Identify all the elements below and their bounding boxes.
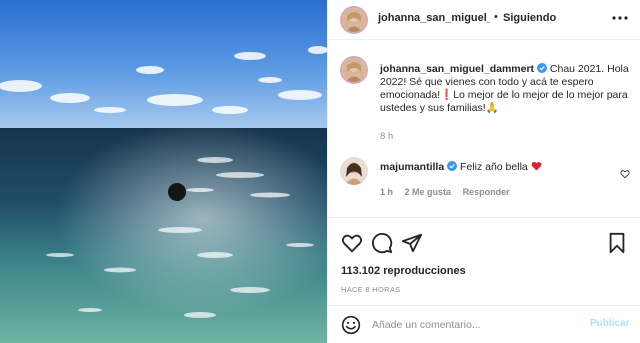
add-comment-bar: Publicar [328, 305, 640, 343]
comments-section: johanna_san_miguel_dammert Chau 2021. Ho… [328, 40, 640, 217]
following-button[interactable]: Siguiendo [503, 12, 556, 24]
author-avatar[interactable] [340, 6, 368, 34]
author-username[interactable]: johanna_san_miguel_c [378, 12, 490, 24]
comment-text: Feliz año bella [460, 161, 528, 173]
comment-input[interactable] [372, 317, 582, 333]
post-video[interactable] [0, 0, 327, 343]
caption-time: 8 h [380, 131, 394, 142]
post-actions: 113.102 reproducciones HACE 8 HORAS Publ… [328, 217, 640, 343]
reply-button[interactable]: Responder [463, 187, 510, 197]
caption-author-avatar[interactable] [340, 56, 368, 84]
verified-badge-icon [447, 161, 458, 171]
caption-username[interactable]: johanna_san_miguel_dammert [380, 63, 534, 75]
post-header: johanna_san_miguel_c • Siguiendo [328, 0, 640, 40]
like-icon[interactable] [341, 232, 363, 254]
view-count[interactable]: 113.102 reproducciones [341, 265, 466, 277]
post-timestamp: HACE 8 HORAS [341, 285, 401, 294]
save-icon[interactable] [606, 232, 628, 254]
comment-icon[interactable] [371, 232, 393, 254]
comment-meta: 1 h 2 Me gusta Responder [380, 187, 519, 197]
comment-likes[interactable]: 2 Me gusta [405, 187, 452, 197]
more-options-icon[interactable] [611, 9, 629, 27]
share-icon[interactable] [401, 232, 423, 254]
comment-time: 1 h [380, 187, 394, 197]
publish-button[interactable]: Publicar [590, 318, 629, 329]
red-exclamation-emoji: ❗ [440, 89, 454, 101]
post-details-panel: johanna_san_miguel_c • Siguiendo johanna… [327, 0, 640, 343]
verified-badge-icon [536, 63, 547, 73]
praying-hands-emoji: 🙏 [485, 102, 499, 114]
separator-dot: • [494, 11, 498, 23]
sea-video-frame [0, 0, 327, 343]
comment-item: majumantilla Feliz año bella [380, 161, 542, 173]
swimmer [168, 183, 186, 201]
commenter-avatar[interactable] [340, 157, 368, 185]
comment-like-icon[interactable] [620, 166, 630, 179]
commenter-username[interactable]: majumantilla [380, 161, 444, 173]
emoji-icon[interactable] [341, 315, 361, 335]
post-caption: johanna_san_miguel_dammert Chau 2021. Ho… [380, 63, 630, 115]
red-heart-emoji [531, 161, 542, 173]
